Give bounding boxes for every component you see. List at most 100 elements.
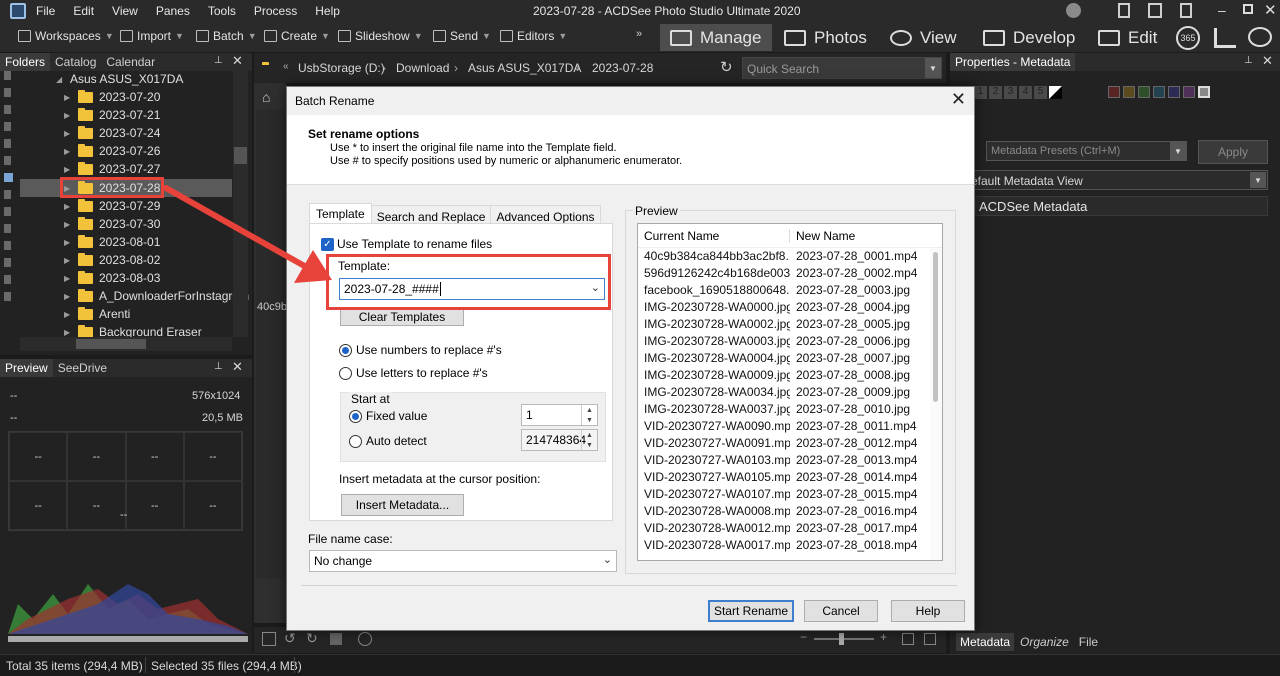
close-panel-icon[interactable]: ✕ bbox=[1262, 53, 1273, 69]
batch-button[interactable]: Batch ▼ bbox=[196, 29, 257, 43]
folder-check-icon[interactable] bbox=[4, 105, 11, 114]
file-name-case-select[interactable]: No change ⌄ bbox=[309, 550, 617, 572]
folder-check-icon[interactable] bbox=[4, 88, 11, 97]
menu-view[interactable]: View bbox=[112, 4, 138, 18]
thumbnail-view-icon[interactable] bbox=[924, 633, 936, 645]
tab-catalog[interactable]: Catalog bbox=[50, 53, 101, 71]
preview-row[interactable]: facebook_1690518800648... 2023-07-28_0003… bbox=[638, 283, 942, 300]
color-label-magenta[interactable] bbox=[1183, 86, 1195, 98]
scrollbar-thumb[interactable] bbox=[933, 252, 938, 402]
preview-row[interactable]: VID-20230728-WA0012.mp4 2023-07-28_0017.m… bbox=[638, 521, 942, 538]
right-pane-toggle-icon[interactable] bbox=[1180, 3, 1192, 18]
rating-3[interactable]: 3 bbox=[1004, 86, 1017, 99]
folder-check-icon[interactable] bbox=[4, 139, 11, 148]
tab-organize[interactable]: Organize bbox=[1016, 633, 1073, 651]
mode-photos[interactable]: Photos bbox=[784, 24, 867, 51]
preview-scrollbar[interactable] bbox=[930, 248, 942, 560]
color-label-blue[interactable] bbox=[1153, 86, 1165, 98]
folder-check-icon[interactable] bbox=[4, 224, 11, 233]
scrollbar-thumb[interactable] bbox=[234, 147, 247, 164]
zoom-out-icon[interactable]: − bbox=[800, 630, 807, 644]
insert-metadata-button[interactable]: Insert Metadata... bbox=[341, 494, 464, 516]
spinner-arrows-icon[interactable]: ▲ ▼ bbox=[581, 405, 597, 425]
tab-preview[interactable]: Preview bbox=[0, 359, 53, 377]
mode-view[interactable]: View bbox=[890, 24, 957, 51]
view-mode-icon[interactable] bbox=[902, 633, 914, 645]
color-label-red[interactable] bbox=[1108, 86, 1120, 98]
tree-folder[interactable]: ▶ 2023-07-21 bbox=[64, 106, 160, 124]
folder-check-icon[interactable] bbox=[4, 275, 11, 284]
preview-row[interactable]: VID-20230727-WA0105.mp4 2023-07-28_0014.m… bbox=[638, 470, 942, 487]
menu-file[interactable]: File bbox=[36, 4, 55, 18]
radio-fixed-value[interactable]: Fixed value bbox=[349, 409, 427, 423]
zoom-in-icon[interactable]: + bbox=[880, 630, 887, 644]
zoom-slider[interactable] bbox=[814, 638, 874, 640]
tree-device[interactable]: ◢ Asus ASUS_X017DA bbox=[56, 70, 183, 88]
radio-auto-detect[interactable]: Auto detect bbox=[349, 434, 427, 448]
acdsee-365-icon[interactable]: 365 bbox=[1176, 26, 1200, 50]
preview-row[interactable]: IMG-20230728-WA0003.jpg 2023-07-28_0006.j… bbox=[638, 334, 942, 351]
import-button[interactable]: Import ▼ bbox=[120, 29, 184, 43]
fixed-value-input[interactable]: 1 ▲ ▼ bbox=[521, 404, 598, 426]
preview-row[interactable]: VID-20230727-WA0103.mp4 2023-07-28_0013.m… bbox=[638, 453, 942, 470]
dashboard-icon[interactable] bbox=[1214, 28, 1236, 48]
tree-folder[interactable]: ▶ Arenti bbox=[64, 305, 130, 323]
clear-rating-icon[interactable] bbox=[1049, 86, 1062, 99]
rating-2[interactable]: 2 bbox=[989, 86, 1002, 99]
restore-icon[interactable] bbox=[1243, 4, 1253, 14]
cancel-button[interactable]: Cancel bbox=[804, 600, 878, 622]
folder-check-icon[interactable] bbox=[4, 258, 11, 267]
send-button[interactable]: Send ▼ bbox=[433, 29, 491, 43]
bottom-pane-toggle-icon[interactable] bbox=[1148, 3, 1162, 18]
preview-row[interactable]: 40c9b384ca844bb3ac2bf8... 2023-07-28_0001… bbox=[638, 249, 942, 266]
left-pane-toggle-icon[interactable] bbox=[1118, 3, 1130, 18]
folder-check-icon[interactable] bbox=[4, 292, 11, 301]
overflow-chevron-icon[interactable]: » bbox=[636, 28, 642, 40]
pin-icon[interactable]: ⊥ bbox=[214, 361, 223, 372]
help-button[interactable]: Help bbox=[891, 600, 965, 622]
tree-folder[interactable]: ▶ 2023-07-29 bbox=[64, 197, 160, 215]
metadata-view-select[interactable]: efault Metadata View ▼ bbox=[970, 170, 1268, 190]
tree-folder[interactable]: ▶ 2023-08-02 bbox=[64, 251, 160, 269]
tab-seedrive[interactable]: SeeDrive bbox=[53, 359, 112, 377]
folder-check-icon[interactable] bbox=[4, 190, 11, 199]
folder-check-icon[interactable] bbox=[4, 173, 13, 182]
close-dialog-icon[interactable]: ✕ bbox=[951, 89, 966, 110]
menu-process[interactable]: Process bbox=[254, 4, 297, 18]
auto-detect-input[interactable]: 214748364 ▲ ▼ bbox=[521, 429, 598, 451]
tab-metadata[interactable]: Metadata bbox=[956, 633, 1015, 651]
user-icon[interactable] bbox=[1066, 3, 1081, 18]
rating-5[interactable]: 5 bbox=[1034, 86, 1047, 99]
app-icon[interactable] bbox=[10, 3, 26, 19]
stop-icon[interactable] bbox=[330, 633, 342, 645]
folder-check-icon[interactable] bbox=[4, 122, 11, 131]
create-button[interactable]: Create ▼ bbox=[264, 29, 330, 43]
tab-calendar[interactable]: Calendar bbox=[101, 53, 160, 71]
rotate-left-icon[interactable]: ↺ bbox=[284, 630, 296, 647]
use-template-checkbox[interactable]: ✓ Use Template to rename files bbox=[321, 237, 492, 251]
acdsee-metadata-section[interactable]: ACDSee Metadata bbox=[970, 196, 1268, 216]
image-basket-icon[interactable] bbox=[262, 632, 276, 646]
tree-folder[interactable]: ▶ 2023-07-20 bbox=[64, 88, 160, 106]
path-segment[interactable]: Download bbox=[396, 61, 449, 75]
preview-row[interactable]: IMG-20230728-WA0000.jpg 2023-07-28_0004.j… bbox=[638, 300, 942, 317]
preview-row[interactable]: IMG-20230728-WA0037.jpg 2023-07-28_0010.j… bbox=[638, 402, 942, 419]
column-current-name[interactable]: Current Name bbox=[638, 228, 790, 243]
apply-button[interactable]: Apply bbox=[1198, 140, 1268, 164]
preview-row[interactable]: IMG-20230728-WA0009.jpg 2023-07-28_0008.j… bbox=[638, 368, 942, 385]
folder-check-icon[interactable] bbox=[4, 156, 11, 165]
tree-folder[interactable]: ▶ 2023-08-03 bbox=[64, 269, 160, 287]
metadata-presets-select[interactable]: Metadata Presets (Ctrl+M) ▼ bbox=[986, 141, 1187, 161]
preview-row[interactable]: VID-20230727-WA0090.mp4 2023-07-28_0011.m… bbox=[638, 419, 942, 436]
folder-check-icon[interactable] bbox=[4, 71, 11, 80]
minimize-icon[interactable]: – bbox=[1218, 2, 1226, 18]
horizontal-scrollbar[interactable] bbox=[20, 337, 232, 351]
tree-folder[interactable]: ▶ 2023-07-24 bbox=[64, 124, 160, 142]
menu-panes[interactable]: Panes bbox=[156, 4, 190, 18]
spinner-arrows-icon[interactable]: ▲ ▼ bbox=[581, 430, 597, 450]
color-label-green[interactable] bbox=[1138, 86, 1150, 98]
color-label-purple[interactable] bbox=[1168, 86, 1180, 98]
tab-folders[interactable]: Folders bbox=[0, 53, 51, 71]
mode-manage[interactable]: Manage bbox=[660, 24, 772, 51]
preview-row[interactable]: IMG-20230728-WA0002.jpg 2023-07-28_0005.j… bbox=[638, 317, 942, 334]
